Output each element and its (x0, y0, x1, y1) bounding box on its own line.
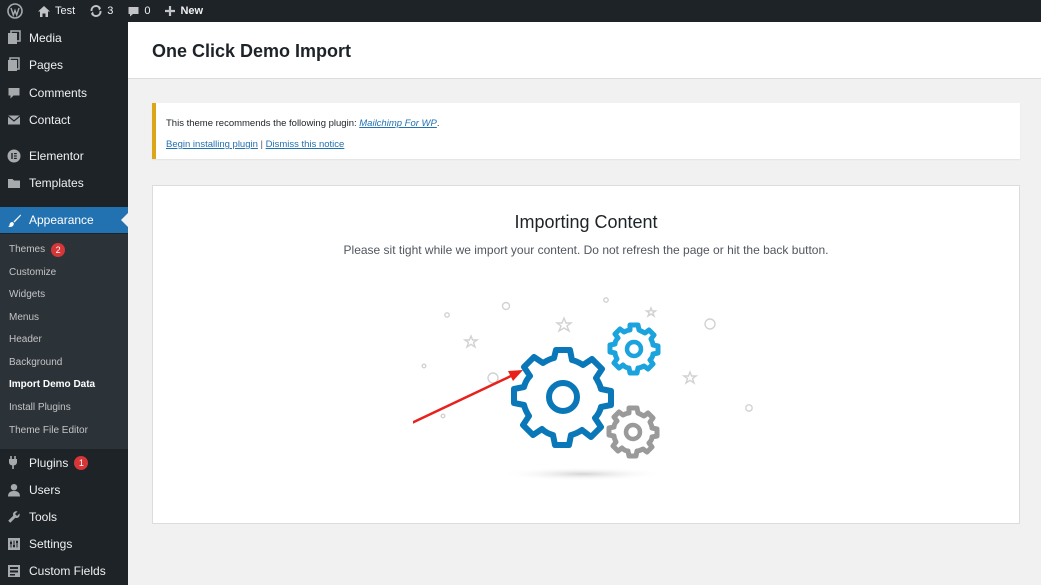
importing-illustration (413, 297, 753, 481)
submenu-customize[interactable]: Customize (9, 266, 56, 280)
dismiss-notice-link[interactable]: Dismiss this notice (266, 139, 345, 150)
themes-update-badge: 2 (51, 243, 66, 257)
begin-installing-plugin-link[interactable]: Begin installing plugin (166, 139, 258, 150)
page-header: One Click Demo Import (128, 22, 1041, 79)
menu-users[interactable]: Users (0, 476, 128, 503)
submenu-themes[interactable]: Themes 2 (9, 243, 66, 257)
custom-fields-icon (0, 564, 28, 578)
menu-pages[interactable]: Pages (0, 51, 128, 78)
notice-message: This theme recommends the following plug… (166, 118, 440, 129)
elementor-icon (0, 149, 28, 163)
comments-count: 0 (144, 5, 151, 17)
menu-tools[interactable]: Tools (0, 503, 128, 530)
new-content-link[interactable]: New (157, 0, 210, 22)
notice-text: This theme recommends the following plug… (166, 118, 357, 129)
menu-custom-fields[interactable]: Custom Fields (0, 557, 128, 584)
notice-actions: Begin installing plugin | Dismiss this n… (166, 139, 344, 150)
plugins-update-badge: 1 (74, 455, 89, 470)
small-grey-gear-icon (606, 405, 660, 459)
annotation-arrow (413, 370, 523, 424)
menu-contact[interactable]: Contact (0, 106, 128, 133)
sparkle-decorations (421, 297, 753, 419)
import-title: Importing Content (514, 212, 658, 232)
submenu-install-plugins[interactable]: Install Plugins (9, 401, 71, 415)
menu-appearance[interactable]: Appearance (0, 207, 128, 233)
menu-media[interactable]: Media (0, 24, 128, 51)
menu-elementor[interactable]: Elementor (0, 142, 128, 169)
admin-sidebar: Media Pages Comments Contact Elementor T… (0, 22, 128, 585)
import-panel: Importing Content Please sit tight while… (152, 185, 1020, 524)
plus-icon (165, 6, 176, 16)
submenu-background[interactable]: Background (9, 356, 62, 370)
plugin-recommendation-notice: This theme recommends the following plug… (152, 103, 1020, 159)
page-title: One Click Demo Import (152, 41, 352, 61)
comments-link[interactable]: 0 (120, 0, 157, 22)
plugin-link[interactable]: Mailchimp For WP (359, 118, 437, 129)
folder-icon (0, 177, 28, 189)
updates-link[interactable]: 3 (82, 0, 120, 22)
settings-icon (0, 537, 28, 551)
large-gear-icon (511, 347, 614, 448)
notice-period: . (436, 118, 440, 129)
home-icon (38, 5, 50, 17)
user-icon (0, 483, 28, 497)
updates-icon (90, 5, 102, 17)
appearance-submenu: Themes 2 Customize Widgets Menus Header … (0, 234, 128, 449)
pages-icon (0, 57, 28, 72)
updates-count: 3 (107, 5, 114, 17)
submenu-header[interactable]: Header (9, 333, 42, 347)
wordpress-logo-icon[interactable] (0, 0, 30, 22)
comment-bubble-icon (128, 6, 139, 16)
site-name: Test (55, 5, 76, 17)
admin-bar: Test 3 0 New (0, 0, 1041, 22)
submenu-widgets[interactable]: Widgets (9, 288, 45, 302)
site-name-link[interactable]: Test (30, 0, 82, 22)
import-subtitle: Please sit tight while we import your co… (343, 243, 829, 257)
paintbrush-icon (0, 213, 28, 228)
mail-icon (0, 114, 28, 126)
menu-plugins[interactable]: Plugins 1 (0, 449, 128, 476)
menu-templates[interactable]: Templates (0, 169, 128, 196)
menu-settings[interactable]: Settings (0, 530, 128, 557)
wrench-icon (0, 510, 28, 524)
new-label: New (180, 5, 204, 17)
small-blue-gear-icon (607, 322, 661, 376)
submenu-import-demo-data[interactable]: Import Demo Data (9, 378, 95, 392)
gear-shadow (501, 467, 665, 481)
submenu-menus[interactable]: Menus (9, 311, 39, 325)
submenu-theme-file-editor[interactable]: Theme File Editor (9, 424, 88, 438)
plugin-icon (0, 455, 28, 470)
media-icon (0, 30, 28, 45)
comments-icon (0, 86, 28, 100)
notice-separator: | (260, 139, 264, 150)
menu-comments[interactable]: Comments (0, 79, 128, 106)
